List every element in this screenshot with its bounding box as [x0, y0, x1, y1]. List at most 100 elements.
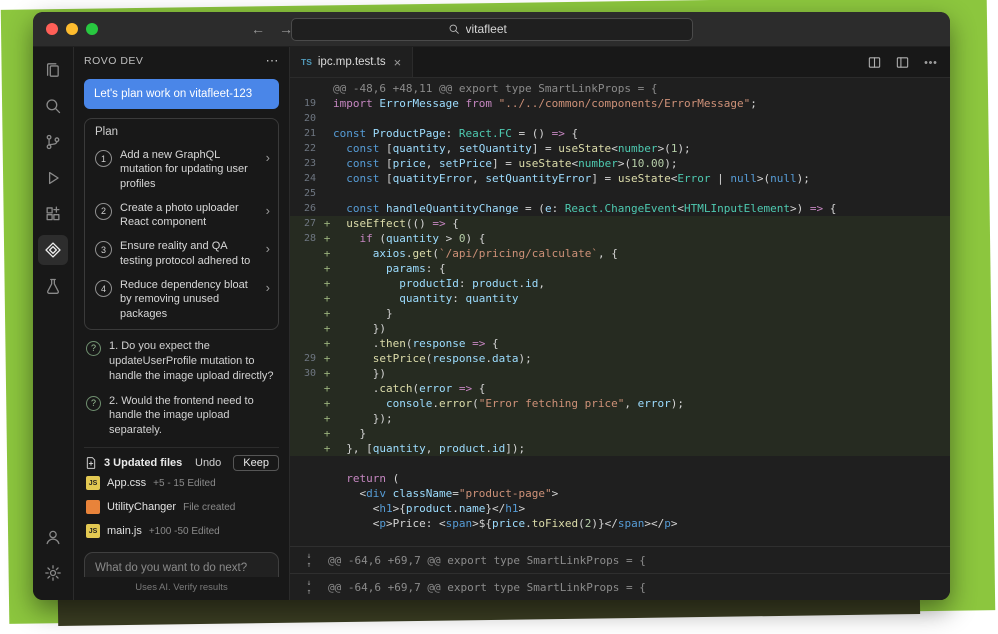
code-line[interactable]: 30+ })	[290, 366, 950, 381]
back-button[interactable]: ←	[251, 21, 265, 37]
code-line[interactable]: + }	[290, 426, 950, 441]
line-number: 30	[290, 366, 321, 381]
code-line[interactable]: + productId: product.id,	[290, 276, 950, 291]
tab-ipc-mp-test-ts[interactable]: TS ipc.mp.test.ts ×	[290, 47, 413, 77]
close-window-button[interactable]	[46, 23, 58, 35]
plan-item[interactable]: 2Create a photo uploader React component…	[85, 196, 278, 235]
code-line[interactable]: 25	[290, 186, 950, 201]
expand-down-icon[interactable]: ↓	[307, 551, 312, 560]
collapsed-hunks: ↓↑@@ -64,6 +69,7 @@ export type SmartLin…	[290, 546, 950, 600]
command-search-box[interactable]	[291, 18, 693, 41]
activity-item-source-control[interactable]	[38, 127, 68, 157]
composer-wrap: What do you want to do next? + ↑	[84, 552, 279, 577]
more-actions-icon[interactable]: ⋯	[266, 53, 280, 69]
expand-up-icon[interactable]: ↑	[307, 560, 312, 569]
code-line[interactable]: 19import ErrorMessage from "../../common…	[290, 96, 950, 111]
code-line[interactable]: return (	[290, 471, 950, 486]
file-row[interactable]: UtilityChangerFile created	[84, 495, 279, 519]
code-line[interactable]: 27+ useEffect(() => {	[290, 216, 950, 231]
code-line[interactable]: + });	[290, 411, 950, 426]
activity-item-settings[interactable]	[38, 558, 68, 588]
code-line[interactable]: + axios.get(`/api/pricing/calculate`, {	[290, 246, 950, 261]
line-number: 28	[290, 231, 321, 246]
diff-sign	[321, 516, 333, 531]
tab-close-icon[interactable]: ×	[394, 55, 402, 70]
undo-button[interactable]: Undo	[189, 456, 227, 470]
activity-item-rovo-dev[interactable]	[38, 235, 68, 265]
fold-gutter[interactable]: ↓↑	[290, 578, 328, 596]
activity-item-search[interactable]	[38, 91, 68, 121]
plan-prompt-button[interactable]: Let's plan work on vitafleet-123	[84, 79, 279, 109]
javascript-file-icon: JS	[86, 524, 100, 538]
customize-layout-icon[interactable]	[895, 55, 910, 70]
file-name: main.js	[107, 525, 142, 537]
diff-sign	[321, 186, 333, 201]
expand-up-icon[interactable]: ↑	[307, 587, 312, 596]
code-line[interactable]: + .then(response => {	[290, 336, 950, 351]
expand-down-icon[interactable]: ↓	[307, 578, 312, 587]
minimize-window-button[interactable]	[66, 23, 78, 35]
plan-item-label: Reduce dependency bloat by removing unus…	[120, 278, 258, 321]
code-line[interactable]: 26 const handleQuantityChange = (e: Reac…	[290, 201, 950, 216]
split-editor-icon[interactable]	[867, 55, 882, 70]
plan-item-number: 4	[95, 280, 112, 297]
question-text: 1. Do you expect the updateUserProfile m…	[109, 339, 277, 384]
code-line[interactable]: + params: {	[290, 261, 950, 276]
code-line[interactable]: + .catch(error => {	[290, 381, 950, 396]
code-text: });	[333, 411, 950, 426]
activity-item-accounts[interactable]	[38, 522, 68, 552]
code-text: console.error("Error fetching price", er…	[333, 396, 950, 411]
code-text: })	[333, 366, 950, 381]
sidebar-header: ROVO DEV ⋯	[74, 47, 289, 75]
activity-item-testing[interactable]	[38, 271, 68, 301]
code-line[interactable]: 24 const [quatityError, setQuantityError…	[290, 171, 950, 186]
code-text: setPrice(response.data);	[333, 351, 950, 366]
code-line[interactable]: 23 const [price, setPrice] = useState<nu…	[290, 156, 950, 171]
code-line[interactable]: + console.error("Error fetching price", …	[290, 396, 950, 411]
code-line[interactable]: + })	[290, 321, 950, 336]
plan-item[interactable]: 3Ensure reality and QA testing protocol …	[85, 234, 278, 273]
question-item: ?1. Do you expect the updateUserProfile …	[84, 339, 279, 384]
file-row[interactable]: JSmain.js+100 -50 Edited	[84, 519, 279, 543]
activity-item-explorer[interactable]	[38, 55, 68, 85]
code-line[interactable]: 29+ setPrice(response.data);	[290, 351, 950, 366]
keep-button[interactable]: Keep	[233, 455, 279, 471]
search-input[interactable]	[466, 22, 536, 36]
code-lines: 19import ErrorMessage from "../../common…	[290, 96, 950, 531]
code-text: }, [quantity, product.id]);	[333, 441, 950, 456]
line-number: 23	[290, 156, 321, 171]
line-number: 20	[290, 111, 321, 126]
code-line[interactable]: 22 const [quantity, setQuantity] = useSt…	[290, 141, 950, 156]
diff-sign: +	[321, 396, 333, 411]
activity-item-extensions[interactable]	[38, 199, 68, 229]
code-line[interactable]	[290, 456, 950, 471]
chat-input-box[interactable]: What do you want to do next? + ↑	[84, 552, 279, 577]
plan-item[interactable]: 4 Reduce dependency bloat by removing unu…	[85, 273, 278, 326]
fold-row: ↓↑@@ -64,6 +69,7 @@ export type SmartLin…	[290, 546, 950, 573]
code-line[interactable]: + }	[290, 306, 950, 321]
file-row[interactable]: JSApp.css+5 - 15 Edited	[84, 471, 279, 495]
code-line[interactable]: 28+ if (quantity > 0) {	[290, 231, 950, 246]
code-text: if (quantity > 0) {	[333, 231, 950, 246]
code-text: }	[333, 426, 950, 441]
sidebar-content: Let's plan work on vitafleet-123 Plan 1A…	[74, 75, 289, 577]
plan-item[interactable]: 1Add a new GraphQL mutation for updating…	[85, 143, 278, 196]
code-area[interactable]: @@ -48,6 +48,11 @@ export type SmartLink…	[290, 78, 950, 600]
fold-gutter[interactable]: ↓↑	[290, 551, 328, 569]
zoom-window-button[interactable]	[86, 23, 98, 35]
code-line[interactable]: + quantity: quantity	[290, 291, 950, 306]
diff-sign	[321, 456, 333, 471]
activity-item-run-debug[interactable]	[38, 163, 68, 193]
code-line[interactable]: 21const ProductPage: React.FC = () => {	[290, 126, 950, 141]
chevron-right-icon: ›	[266, 281, 270, 294]
code-line[interactable]: + }, [quantity, product.id]);	[290, 441, 950, 456]
code-line[interactable]: <p>Price: <span>${price.toFixed(2)}</spa…	[290, 516, 950, 531]
code-text: }	[333, 306, 950, 321]
app-window: ← → ROVO DEV ⋯ Let's plan work on vitafl…	[33, 12, 950, 600]
more-actions-icon[interactable]	[923, 55, 938, 70]
diff-sign: +	[321, 426, 333, 441]
code-line[interactable]: <div className="product-page">	[290, 486, 950, 501]
code-line[interactable]: 20	[290, 111, 950, 126]
hunk-header: @@ -48,6 +48,11 @@ export type SmartLink…	[290, 81, 950, 96]
code-line[interactable]: <h1>{product.name}</h1>	[290, 501, 950, 516]
